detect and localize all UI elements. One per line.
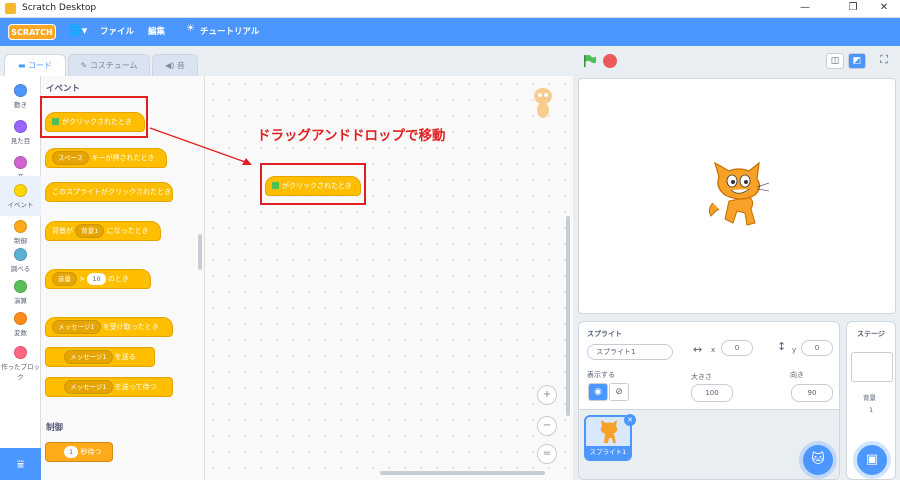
minimize-icon[interactable]: — (798, 1, 812, 15)
show-label: 表示する (587, 371, 615, 379)
zoom-reset-button[interactable]: = (537, 444, 557, 464)
loudness-input[interactable]: 10 (87, 273, 106, 285)
horizontal-scrollbar[interactable] (380, 471, 545, 475)
block-broadcast[interactable]: メッセージ1 を送る (45, 347, 155, 367)
annotation-text: ドラッグアンドドロップで移動 (257, 128, 446, 144)
stop-icon[interactable] (603, 54, 617, 68)
sprite-thumbnail[interactable]: ✕ スプライト1 (584, 414, 636, 461)
category-menu: 動き 見た目 音 イベント 制御 調べる 演算 変数 作ったブロック (0, 76, 41, 448)
fullscreen-icon[interactable]: ⛶ (876, 53, 892, 69)
highlight-box-target (260, 163, 366, 205)
add-extension-button[interactable]: ⩸ (0, 448, 41, 480)
language-globe-icon[interactable]: 🌐▾ (68, 24, 90, 40)
cat-add-icon: 🐱 (811, 452, 825, 467)
message-dropdown[interactable]: メッセージ1 (64, 350, 113, 364)
section-heading-events: イベント (46, 84, 81, 94)
wait-input[interactable]: 1 (64, 446, 79, 458)
x-arrow-icon: ↔ (693, 343, 703, 356)
menu-edit[interactable]: 編集 (148, 25, 165, 37)
zoom-in-button[interactable]: + (537, 385, 557, 405)
message-dropdown[interactable]: メッセージ1 (64, 380, 113, 394)
sprite-thumb-label: スプライト1 (586, 446, 630, 459)
drag-arrow-icon (149, 127, 252, 165)
hide-sprite-button[interactable]: ⊘ (609, 383, 629, 401)
sprite-info-pane: スプライト スプライト1 ↔ x 0 ↕ y 0 表示する ◉ ⊘ 大きさ 10… (578, 321, 840, 480)
y-arrow-icon: ↕ (777, 340, 787, 353)
direction-label: 向き (790, 371, 804, 379)
y-input[interactable]: 0 (801, 340, 833, 356)
cat-thumbnail-icon (600, 420, 618, 443)
brush-icon: ✎ (80, 61, 90, 70)
block-broadcast-and-wait[interactable]: メッセージ1 を送って待つ (45, 377, 173, 397)
stage-canvas[interactable] (578, 78, 896, 314)
menu-tutorials[interactable]: チュートリアル (200, 25, 259, 37)
category-events[interactable]: イベント (0, 176, 41, 216)
block-when-backdrop-switches[interactable]: 背景が 背景1 になったとき (45, 221, 161, 241)
scripts-area[interactable]: ドラッグアンドドロップで移動 がクリックされたとき + − = (205, 76, 573, 480)
window-title-bar: Scratch Desktop — ❐ ✕ (0, 0, 900, 18)
tab-sounds[interactable]: ◀) 音 (152, 54, 198, 76)
cat-sprite-image (708, 161, 770, 226)
block-when-loudness[interactable]: 音量 > 10 のとき (45, 269, 151, 289)
backdrops-label: 背景 (863, 394, 876, 402)
sprite-name-input[interactable]: スプライト1 (587, 344, 673, 360)
section-heading-control: 制御 (46, 423, 64, 433)
tab-code[interactable]: ▬ コード (4, 54, 66, 76)
stage-header: ◫ ◩ ⛶ (573, 48, 900, 76)
tab-costumes[interactable]: ✎ コスチューム (68, 54, 150, 76)
code-icon: ▬ (17, 61, 29, 70)
window-title: Scratch Desktop (22, 3, 97, 13)
delete-sprite-icon[interactable]: ✕ (624, 414, 636, 426)
speaker-icon: ◀) (165, 61, 177, 70)
show-sprite-button[interactable]: ◉ (588, 383, 608, 401)
x-input[interactable]: 0 (721, 340, 753, 356)
close-icon[interactable]: ✕ (877, 1, 891, 15)
add-sprite-button[interactable]: 🐱 (803, 445, 833, 475)
backdrops-count: 1 (869, 406, 874, 414)
block-when-sprite-clicked[interactable]: このスプライトがクリックされたとき (45, 182, 173, 202)
backdrop-dropdown[interactable]: 背景1 (75, 224, 105, 238)
image-add-icon: ▣ (865, 452, 879, 467)
size-input[interactable]: 100 (691, 384, 733, 402)
category-looks[interactable]: 見た目 (0, 112, 41, 152)
app-icon (5, 3, 16, 14)
maximize-icon[interactable]: ❐ (846, 1, 860, 15)
size-label: 大きさ (691, 373, 712, 381)
menu-file[interactable]: ファイル (100, 25, 134, 37)
stage-thumbnail[interactable] (851, 352, 893, 382)
highlight-box-source (40, 96, 148, 138)
message-dropdown[interactable]: メッセージ1 (52, 320, 101, 334)
block-wait-seconds[interactable]: 1 秒待つ (45, 442, 113, 462)
stage-selector-pane: ステージ 背景 1 ▣ (846, 321, 896, 480)
sprite-watermark-icon (531, 86, 555, 122)
normal-stage-icon[interactable]: ◩ (848, 53, 866, 69)
sprite-heading: スプライト (587, 330, 622, 338)
category-my-blocks[interactable]: 作ったブロック (0, 338, 41, 382)
add-backdrop-button[interactable]: ▣ (857, 445, 887, 475)
loudness-dropdown[interactable]: 音量 (52, 272, 77, 286)
green-flag-icon[interactable] (583, 54, 597, 68)
extension-icon: ⩸ (16, 457, 25, 471)
small-stage-icon[interactable]: ◫ (826, 53, 844, 69)
key-dropdown[interactable]: スペース (52, 151, 90, 165)
vertical-scrollbar[interactable] (566, 216, 570, 416)
y-label: y (792, 346, 797, 354)
menu-bar: SCRATCH 🌐▾ ファイル 編集 ☀ チュートリアル (0, 18, 900, 46)
stage-heading: ステージ (857, 330, 885, 338)
direction-input[interactable]: 90 (791, 384, 833, 402)
block-when-receive[interactable]: メッセージ1 を受け取ったとき (45, 317, 173, 337)
category-motion[interactable]: 動き (0, 76, 41, 116)
palette-scrollbar[interactable] (198, 234, 202, 270)
scratch-logo[interactable]: SCRATCH (8, 24, 56, 40)
x-label: x (711, 346, 716, 354)
lightbulb-icon: ☀ (186, 23, 195, 34)
zoom-out-button[interactable]: − (537, 416, 557, 436)
